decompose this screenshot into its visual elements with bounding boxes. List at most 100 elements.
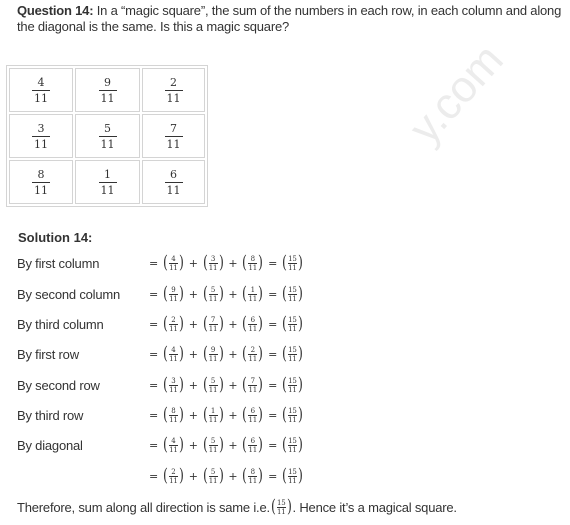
denominator: 11 (208, 263, 218, 272)
denominator: 11 (288, 415, 297, 424)
numerator: 7 (164, 122, 183, 137)
parenthesized-fraction: (2 11) (241, 345, 264, 363)
numerator: 6 (164, 168, 183, 183)
open-paren: ( (270, 496, 276, 517)
conclusion-fraction: ( 15 11 ) (270, 498, 293, 516)
conclusion-text-before: Therefore, sum along all direction is sa… (17, 499, 270, 515)
numerator: 5 (208, 377, 218, 386)
numerator: 15 (287, 345, 297, 355)
solution-line: By first column =(4 11) +(3 11) +(8 11) =(15 11) (17, 252, 304, 274)
close-paren: ) (178, 343, 184, 364)
fraction: 4 11 (168, 255, 178, 272)
plus-sign: + (228, 256, 238, 270)
fraction: 5 11 (208, 286, 218, 303)
parenthesized-fraction: (15 11) (281, 254, 304, 272)
close-paren: ) (297, 252, 303, 273)
fraction: 1 11 (208, 407, 218, 424)
numerator: 15 (287, 254, 297, 264)
open-paren: ( (242, 313, 248, 334)
numerator: 15 (287, 436, 297, 446)
equals-sign: = (149, 256, 159, 270)
plus-sign: + (228, 317, 238, 331)
solution-line-label: By third column (17, 316, 104, 332)
fraction: 3 11 (168, 377, 178, 394)
close-paren: ) (178, 283, 184, 304)
solution-line-label: By first column (17, 255, 100, 271)
denominator: 11 (208, 354, 218, 363)
parenthesized-fraction: (5 11) (202, 467, 225, 485)
denominator: 11 (166, 91, 181, 105)
open-paren: ( (202, 313, 208, 334)
fraction: 8 11 (32, 168, 50, 197)
equals-sign: = (268, 317, 278, 331)
equation: =(4 11) +(5 11) +(6 11) =(15 11) (145, 436, 304, 454)
equals-sign: = (268, 438, 278, 452)
numerator: 8 (248, 255, 258, 264)
denominator: 11 (288, 324, 297, 333)
close-paren: ) (297, 434, 303, 455)
fraction: 15 11 (287, 407, 297, 424)
denominator: 11 (248, 324, 257, 333)
table-cell: 9 11 (75, 68, 140, 112)
open-paren: ( (163, 313, 168, 334)
denominator: 11 (288, 263, 297, 272)
parenthesized-fraction: (9 11) (162, 285, 185, 303)
fraction: 2 11 (248, 346, 258, 363)
solution-line-label: By third row (17, 407, 84, 423)
solution-line: By second column =(9 11) +(5 11) +(1 11) =(15 11… (17, 283, 304, 305)
fraction: 9 11 (98, 76, 117, 105)
open-paren: ( (282, 404, 287, 425)
numerator: 15 (287, 467, 297, 477)
question: Question 14: In a “magic square”, the su… (17, 3, 567, 35)
close-paren: ) (218, 313, 224, 334)
equals-sign: = (268, 287, 278, 301)
close-paren: ) (297, 465, 303, 486)
equals-sign: = (268, 256, 278, 270)
parenthesized-fraction: (6 11) (241, 436, 264, 454)
close-paren: ) (297, 374, 303, 395)
close-paren: ) (258, 434, 264, 455)
fraction: 15 11 (287, 345, 297, 363)
numerator: 7 (248, 377, 258, 386)
denominator: 11 (208, 294, 218, 303)
plus-sign: + (188, 469, 198, 483)
parenthesized-fraction: (15 11) (281, 467, 304, 485)
close-paren: ) (258, 404, 264, 425)
fraction: 3 11 (32, 122, 50, 151)
equals-sign: = (149, 469, 159, 483)
numerator: 1 (248, 286, 258, 295)
equals-sign: = (268, 347, 278, 361)
open-paren: ( (163, 404, 168, 425)
question-label: Question 14: (17, 3, 94, 18)
parenthesized-fraction: (15 11) (281, 315, 304, 333)
open-paren: ( (202, 404, 208, 425)
denominator: 11 (34, 137, 48, 151)
solution-line: By second row =(3 11) +(5 11) +(7 11) =(15 11) (17, 374, 304, 396)
parenthesized-fraction: (9 11) (202, 345, 225, 363)
table-cell: 1 11 (75, 160, 140, 204)
open-paren: ( (242, 465, 248, 486)
equation: =(4 11) +(3 11) +(8 11) =(15 11) (145, 254, 304, 272)
numerator: 6 (248, 316, 258, 325)
fraction: 15 11 (287, 316, 297, 333)
denominator: 11 (208, 324, 218, 333)
table-cell: 4 11 (9, 68, 73, 112)
parenthesized-fraction: (1 11) (202, 406, 225, 424)
close-paren: ) (258, 465, 264, 486)
table-cell: 8 11 (9, 160, 73, 204)
parenthesized-fraction: (3 11) (202, 254, 225, 272)
close-paren: ) (178, 313, 184, 334)
parenthesized-fraction: (15 11) (281, 376, 304, 394)
open-paren: ( (202, 434, 208, 455)
numerator: 1 (98, 168, 117, 183)
close-paren: ) (178, 252, 184, 273)
parenthesized-fraction: (8 11) (241, 467, 264, 485)
denominator: 11 (248, 445, 257, 454)
solution-line-label: By diagonal (17, 437, 83, 453)
open-paren: ( (242, 404, 248, 425)
numerator: 5 (208, 437, 218, 446)
open-paren: ( (163, 374, 168, 395)
denominator: 11 (208, 415, 218, 424)
equation: =(3 11) +(5 11) +(7 11) =(15 11) (145, 376, 304, 394)
close-paren: ) (297, 283, 303, 304)
